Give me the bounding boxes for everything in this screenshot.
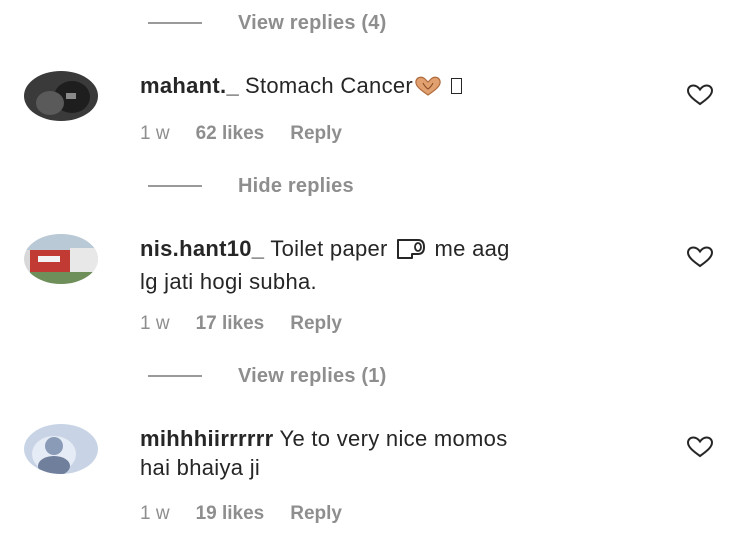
comment-body: Ye to very nice momos (279, 426, 508, 451)
hide-replies-label: Hide replies (238, 174, 354, 197)
reply-button[interactable]: Reply (290, 313, 342, 335)
avatar[interactable] (24, 71, 98, 121)
comment-meta: 1 w 19 likes Reply (140, 501, 342, 527)
heart-outline-icon (686, 246, 714, 268)
comment-username[interactable]: mihhhiirrrrrr (140, 426, 273, 451)
replies-divider-line (148, 22, 202, 24)
replies-divider-line (148, 185, 202, 187)
like-button[interactable] (686, 436, 714, 458)
comment-time: 1 w (140, 313, 170, 334)
heart-hands-emoji-icon (413, 75, 443, 104)
likes-count[interactable]: 17 likes (196, 313, 265, 335)
comment-text: mihhhiirrrrrr Ye to very nice momos hai b… (140, 424, 660, 482)
comment-text: mahant._ Stomach Cancer (140, 71, 660, 104)
view-replies-toggle[interactable]: View replies (1) (148, 363, 386, 389)
avatar[interactable] (24, 234, 98, 284)
toilet-paper-emoji-icon (394, 236, 428, 267)
comment-time: 1 w (140, 123, 170, 144)
comment-body: Stomach Cancer (244, 73, 414, 98)
comment-body-line2: lg jati hogi subha. (140, 269, 317, 294)
likes-count[interactable]: 62 likes (196, 123, 265, 145)
hide-replies-toggle[interactable]: Hide replies (148, 173, 354, 199)
view-replies-label: View replies (4) (238, 11, 387, 34)
reply-button[interactable]: Reply (290, 503, 342, 525)
comment-body-continued: me aag (434, 236, 510, 261)
comment-body-line2: hai bhaiya ji (140, 455, 261, 480)
likes-count[interactable]: 19 likes (196, 503, 265, 525)
heart-outline-icon (686, 84, 714, 106)
like-button[interactable] (686, 84, 714, 106)
heart-outline-icon (686, 436, 714, 458)
comment-body: Toilet paper (270, 236, 388, 261)
comment-text: nis.hant10_ Toilet paper me aag lg jati h… (140, 234, 660, 296)
comment-time: 1 w (140, 503, 170, 524)
avatar[interactable] (24, 424, 98, 474)
comment-username[interactable]: nis.hant10_ (140, 236, 264, 261)
replies-divider-line (148, 375, 202, 377)
comment-meta: 1 w 62 likes Reply (140, 121, 342, 147)
view-replies-label: View replies (1) (238, 364, 387, 387)
comment-meta: 1 w 17 likes Reply (140, 311, 342, 337)
unsupported-glyph-icon (451, 78, 463, 94)
reply-button[interactable]: Reply (290, 123, 342, 145)
like-button[interactable] (686, 246, 714, 268)
comment-username[interactable]: mahant._ (140, 73, 239, 98)
view-replies-toggle[interactable]: View replies (4) (148, 10, 386, 36)
